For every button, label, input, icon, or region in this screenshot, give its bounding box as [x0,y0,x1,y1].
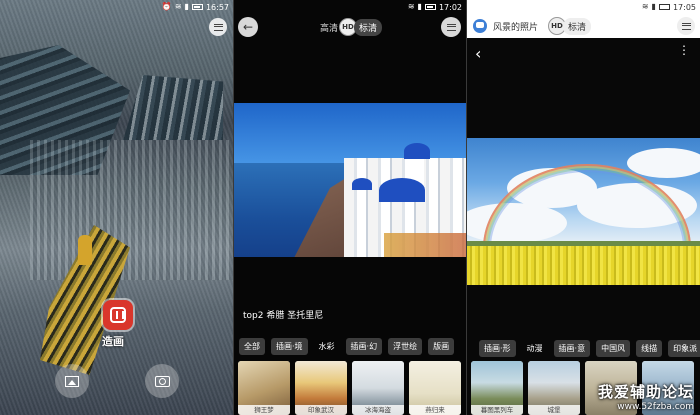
tab-all[interactable]: 全部 [239,338,265,355]
status-bar: ≋ ▮ 17:02 [234,0,466,14]
wifi-icon: ≋ [407,2,415,11]
tab-anime[interactable]: 动漫 [522,340,548,357]
battery-icon [424,4,436,10]
tab-chinese-style[interactable]: 中国风 [596,340,631,357]
photo-style-panel: ≋ ▮ 17:05 风景的照片 HD 标清 ‹ ⋮ 插画·形 动漫 插画·意 中… [467,0,700,415]
battery-icon [658,4,670,10]
signal-icon: ▮ [184,2,189,11]
status-bar: ⏰ ≋ ▮ 16:57 [0,0,233,14]
style-thumbnail[interactable]: 狮王梦 [238,361,290,415]
art-preview-panel: ⏰ ≋ ▮ 16:57 造画 [0,0,233,415]
more-vertical-icon: ⋮ [678,43,690,57]
thumbnail-label: 印象武汉 [295,405,347,415]
gallery-icon [65,375,79,387]
site-watermark: 我爱辅助论坛 www.52fzba.com [598,381,694,412]
watermark-title: 我爱辅助论坛 [597,383,694,401]
chevron-left-icon: ‹ [475,44,482,63]
painting-boatman [78,235,92,265]
more-options-button[interactable]: ⋮ [678,44,690,56]
menu-button[interactable] [209,18,227,36]
wifi-icon: ≋ [641,2,649,11]
thumbnail-label: 暮图黑列车 [471,405,523,415]
thumbnail-label: 城堡 [528,405,580,415]
photo-dome [404,143,430,159]
back-button[interactable]: ← [238,17,258,37]
painting-canal [30,140,233,280]
photo-dome [379,178,425,202]
thumbnail-label: 燕归来 [409,405,461,415]
style-thumbnail[interactable]: 冰海海盗 [352,361,404,415]
standard-option[interactable]: 标清 [354,18,383,36]
signal-icon: ▮ [651,2,656,11]
camera-button[interactable] [145,364,179,398]
alarm-icon: ⏰ [161,2,172,11]
tab-watercolor[interactable]: 水彩 [314,338,340,355]
tab-line-drawing[interactable]: 线描 [636,340,663,357]
tab-impressionism[interactable]: 印象派 [668,340,700,357]
rainbow-field-photo [467,138,700,285]
menu-icon [446,23,456,31]
style-category-tabs: 插画·形 动漫 插画·意 中国风 线描 印象派 [467,340,700,357]
wifi-icon: ≋ [174,2,182,11]
app-logo-text: 造画 [102,335,124,348]
photo-field [467,246,700,285]
style-category-tabs: 全部 插画·境 水彩 插画·幻 浮世绘 版画 [234,338,455,355]
album-title: 风景的照片 [493,22,539,33]
menu-icon [213,23,223,31]
style-thumbnails: 狮王梦 印象武汉 冰海海盗 燕归来 [238,361,461,415]
gallery-button[interactable] [55,364,89,398]
tab-illustration-fantasy[interactable]: 插画·幻 [345,338,383,355]
menu-button[interactable] [441,17,461,37]
tab-illustration-scene[interactable]: 插画·境 [271,338,308,355]
status-bar: ≋ ▮ 17:05 [467,0,700,14]
battery-icon [191,4,203,10]
thumbnail-label: 狮王梦 [238,405,290,415]
status-time: 17:02 [438,2,462,12]
tab-illustration-mood[interactable]: 插画·意 [553,340,591,357]
back-arrow-icon: ← [242,20,254,34]
photo-flowers [384,233,466,257]
standard-option[interactable]: 标清 [563,17,592,35]
signal-icon: ▮ [417,2,422,11]
photos-app-icon [473,19,487,33]
tab-illustration-form[interactable]: 插画·形 [479,340,516,357]
menu-icon [681,22,691,30]
style-thumbnail[interactable]: 城堡 [528,361,580,415]
quality-toggle[interactable]: 高清 HD 标清 [320,18,383,36]
style-thumbnail[interactable]: 印象武汉 [295,361,347,415]
photo-dome [352,178,372,190]
status-time: 17:05 [672,2,696,12]
back-button[interactable]: ‹ [475,44,481,63]
santorini-photo [234,103,466,257]
thumbnail-label: 冰海海盗 [352,405,404,415]
app-logo-icon [110,307,126,323]
style-browser-panel: ≋ ▮ 17:02 ← 高清 HD 标清 top2 希腊 圣托里尼 全部 插画·… [234,0,466,415]
camera-icon [154,375,170,387]
app-logo [103,300,133,330]
menu-button[interactable] [677,17,695,35]
quality-toggle[interactable]: HD 标清 [547,17,592,35]
tab-print[interactable]: 版画 [428,338,455,355]
status-time: 16:57 [205,2,229,12]
watermark-url: www.52fzba.com [617,402,694,412]
photo-caption: top2 希腊 圣托里尼 [243,311,324,321]
style-thumbnail[interactable]: 暮图黑列车 [471,361,523,415]
hd-option[interactable]: 高清 [320,21,338,34]
tab-ukiyoe[interactable]: 浮世绘 [388,338,423,355]
style-thumbnail[interactable]: 燕归来 [409,361,461,415]
